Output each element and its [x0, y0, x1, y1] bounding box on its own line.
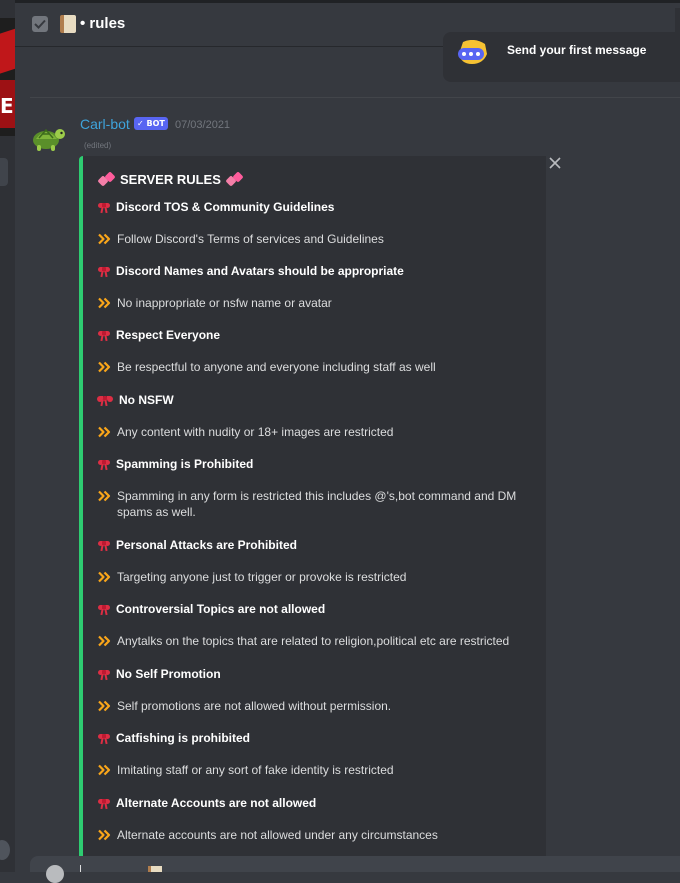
embed-title: SERVER RULES [97, 171, 244, 187]
double-chevron-right-icon [98, 361, 111, 373]
server-selected-pill [0, 158, 8, 186]
rule-heading-text: Discord Names and Avatars should be appr… [116, 264, 404, 278]
rule-description-text: Spamming in any form is restricted this … [117, 489, 517, 519]
rule-heading: Spamming is Prohibited [98, 456, 538, 472]
server-add-icon[interactable] [0, 840, 10, 860]
ribbon-bow-icon [98, 264, 110, 278]
rule-description-text: Imitating staff or any sort of fake iden… [117, 763, 394, 777]
rule-heading: Respect Everyone [98, 327, 538, 343]
server-icon-letter: E [0, 94, 14, 118]
double-chevron-right-icon [98, 233, 111, 245]
ribbon-bow-icon [97, 393, 113, 407]
scroll-icon [60, 15, 76, 33]
message-author[interactable]: Carl-bot [80, 116, 130, 132]
ribbon-bow-icon [98, 328, 110, 342]
rule-heading: Discord TOS & Community Guidelines [98, 199, 538, 215]
attach-plus-icon[interactable] [46, 865, 64, 883]
message-timestamp: 07/03/2021 [175, 119, 231, 131]
rule-heading-text: Controversial Topics are not allowed [116, 602, 326, 616]
rule-heading-text: Catfishing is prohibited [116, 731, 250, 745]
rule-heading: Personal Attacks are Prohibited [98, 537, 538, 553]
turtle-avatar[interactable] [28, 117, 68, 157]
rule-description: Imitating staff or any sort of fake iden… [98, 762, 538, 778]
rule-description: Anytalks on the topics that are related … [98, 633, 538, 649]
server-sidebar: E [0, 0, 15, 872]
rule-description-text: Self promotions are not allowed without … [117, 699, 392, 713]
rule-heading: Controversial Topics are not allowed [98, 601, 538, 617]
rule-description-text: Any content with nudity or 18+ images ar… [117, 425, 394, 439]
wumpus-chat-icon [458, 40, 487, 64]
double-chevron-right-icon [98, 490, 111, 502]
double-chevron-right-icon [98, 764, 111, 776]
rule-description: Targeting anyone just to trigger or prov… [98, 569, 538, 585]
rule-heading-text: Personal Attacks are Prohibited [116, 538, 297, 552]
rule-heading: No NSFW [97, 392, 538, 408]
double-chevron-right-icon [98, 829, 111, 841]
rule-description: Spamming in any form is restricted this … [98, 488, 538, 520]
rule-description: No inappropriate or nsfw name or avatar [98, 295, 538, 311]
ribbon-bow-icon [98, 200, 110, 214]
ribbon-bow-icon [98, 796, 110, 810]
channel-name: • rules [80, 15, 126, 32]
rule-description: Be respectful to anyone and everyone inc… [98, 359, 538, 375]
ribbon-bow-icon [98, 602, 110, 616]
ribbon-bow-icon [98, 457, 110, 471]
scroll-icon [148, 866, 162, 872]
rule-heading-text: Discord TOS & Community Guidelines [116, 200, 335, 214]
server-icon-art [0, 28, 15, 76]
message-composer[interactable] [30, 856, 680, 883]
rule-description: Any content with nudity or 18+ images ar… [98, 424, 538, 440]
rule-description-text: No inappropriate or nsfw name or avatar [117, 296, 332, 310]
rule-heading-text: Alternate Accounts are not allowed [116, 796, 317, 810]
send-first-message-label: Send your first message [507, 43, 647, 57]
rule-heading: Alternate Accounts are not allowed [98, 795, 538, 811]
double-chevron-right-icon [98, 700, 111, 712]
rule-heading-text: Spamming is Prohibited [116, 457, 254, 471]
rule-description: Alternate accounts are not allowed under… [98, 827, 538, 843]
double-chevron-right-icon [98, 426, 111, 438]
close-icon[interactable] [548, 156, 562, 170]
rule-heading: No Self Promotion [98, 666, 538, 682]
checkbox-icon[interactable] [32, 16, 48, 32]
server-icon[interactable]: E [0, 18, 15, 136]
bot-badge: ✓ BOT [134, 117, 168, 130]
ribbon-bow-icon [98, 538, 110, 552]
rule-description-text: Targeting anyone just to trigger or prov… [117, 570, 407, 584]
edited-marker: (edited) [84, 141, 112, 150]
embed-title-text: SERVER RULES [120, 171, 221, 187]
ribbon-bow-icon [98, 667, 110, 681]
double-chevron-right-icon [98, 571, 111, 583]
rule-heading-text: No Self Promotion [116, 667, 221, 681]
double-chevron-right-icon [98, 297, 111, 309]
rule-description-text: Anytalks on the topics that are related … [117, 634, 510, 648]
rule-description-text: Alternate accounts are not allowed under… [117, 828, 438, 842]
rule-description-text: Follow Discord's Terms of services and G… [117, 232, 384, 246]
rules-embed: SERVER RULES Discord TOS & Community Gui… [79, 156, 546, 872]
rule-heading: Discord Names and Avatars should be appr… [98, 263, 538, 279]
text-caret [80, 865, 81, 872]
rule-description: Follow Discord's Terms of services and G… [98, 231, 538, 247]
send-first-message-card[interactable]: Send your first message [443, 32, 680, 82]
rule-heading: Catfishing is prohibited [98, 730, 538, 746]
message-divider [30, 97, 680, 98]
two-hearts-icon [97, 171, 116, 187]
rule-description: Self promotions are not allowed without … [98, 698, 538, 714]
double-chevron-right-icon [98, 635, 111, 647]
two-hearts-icon [225, 171, 244, 187]
rule-heading-text: Respect Everyone [116, 328, 221, 342]
rule-heading-text: No NSFW [119, 393, 174, 407]
ribbon-bow-icon [98, 731, 110, 745]
rule-description-text: Be respectful to anyone and everyone inc… [117, 360, 436, 374]
